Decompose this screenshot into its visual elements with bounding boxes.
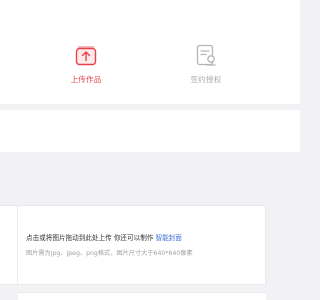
smart-cover-link[interactable]: 智能封面: [156, 234, 182, 242]
cover-preview-placeholder: [0, 205, 18, 285]
upload-icon: [75, 46, 97, 66]
upload-hint: 点击或将图片拖动到此处上传 你还可以制作 智能封面: [26, 232, 182, 242]
step-sign[interactable]: 签约授权: [166, 42, 246, 85]
step-upload-label: 上传作品: [70, 75, 102, 84]
step-upload[interactable]: 上传作品: [46, 42, 126, 85]
upload-hint-text: 点击或将图片拖动到此处上传 你还可以制作: [26, 234, 154, 242]
step-sign-label: 签约授权: [190, 75, 222, 84]
sign-document-icon: [196, 44, 216, 66]
page: 上传作品 签约授权 点击或将图片拖动到此处上传 你还可以制作 智能封面 图片需为…: [0, 0, 300, 300]
next-panel-edge: [18, 292, 266, 300]
step-bar: 上传作品 签约授权: [0, 0, 300, 104]
upload-dropzone[interactable]: [18, 205, 266, 285]
content-header-panel: [0, 110, 300, 152]
upload-spec-text: 图片需为jpg、jpeg、png格式，图片尺寸大于640*640像素: [26, 250, 193, 257]
